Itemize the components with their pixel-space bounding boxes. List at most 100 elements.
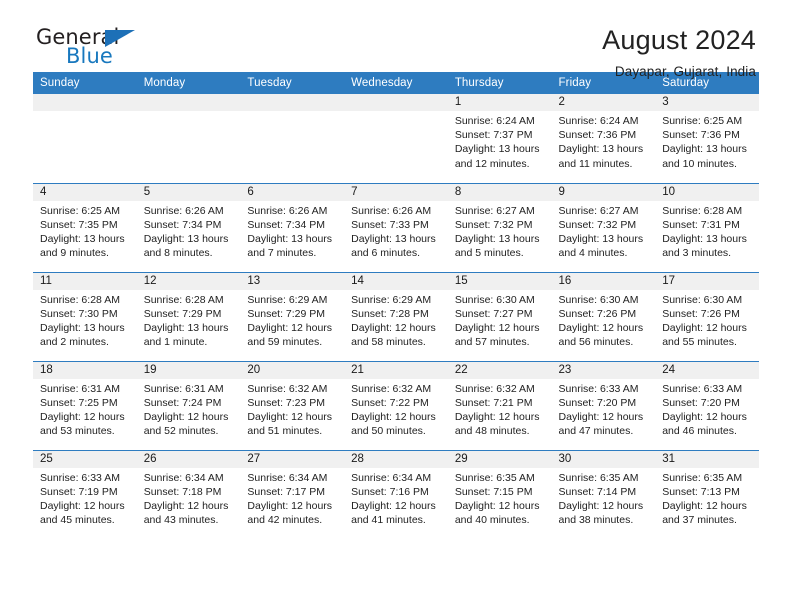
- calendar-day-cell[interactable]: 21 Sunrise: 6:32 AM Sunset: 7:22 PM Dayligh…: [344, 360, 448, 450]
- calendar-day-cell[interactable]: 5 Sunrise: 6:26 AM Sunset: 7:34 PM Daylight…: [136, 182, 241, 272]
- generalblue-logo[interactable]: General Blue: [36, 27, 166, 75]
- day-number: 30: [551, 450, 656, 468]
- sunset-time: Sunset: 7:20 PM: [558, 396, 637, 409]
- day-number: 5: [136, 183, 241, 201]
- calendar-day-cell[interactable]: 18 Sunrise: 6:31 AM Sunset: 7:25 PM Dayligh…: [33, 360, 137, 450]
- sunrise-time: Sunrise: 6:35 AM: [662, 471, 743, 484]
- calendar-day-cell[interactable]: 29 Sunrise: 6:35 AM Sunset: 7:15 PM Dayligh…: [447, 449, 552, 539]
- daylight-duration-line1: Daylight: 12 hours: [143, 499, 229, 512]
- daylight-duration-line2: and 56 minutes.: [558, 336, 634, 349]
- calendar-day-cell[interactable]: 20 Sunrise: 6:32 AM Sunset: 7:23 PM Dayligh…: [240, 360, 345, 450]
- calendar-week-row: 4 Sunrise: 6:25 AM Sunset: 7:35 PM Daylight…: [33, 182, 759, 272]
- daylight-duration-line2: and 3 minutes.: [662, 247, 732, 260]
- calendar-day-cell[interactable]: 17 Sunrise: 6:30 AM Sunset: 7:26 PM Dayligh…: [655, 271, 759, 361]
- sunrise-time: Sunrise: 6:35 AM: [558, 471, 639, 484]
- day-number: 6: [240, 183, 345, 201]
- daylight-duration-line1: Daylight: 12 hours: [662, 499, 747, 512]
- day-details: Sunrise: 6:29 AM Sunset: 7:28 PM Daylight:…: [344, 290, 448, 350]
- calendar-day-cell[interactable]: 2 Sunrise: 6:24 AM Sunset: 7:36 PM Daylight…: [551, 94, 656, 183]
- calendar-day-cell[interactable]: 27 Sunrise: 6:34 AM Sunset: 7:17 PM Dayligh…: [240, 449, 345, 539]
- calendar-day-cell[interactable]: 11 Sunrise: 6:28 AM Sunset: 7:30 PM Dayligh…: [33, 271, 137, 361]
- sunset-time: Sunset: 7:29 PM: [247, 307, 326, 320]
- day-details: Sunrise: 6:28 AM Sunset: 7:29 PM Daylight:…: [137, 290, 241, 350]
- daylight-duration-line1: Daylight: 12 hours: [247, 410, 333, 423]
- daylight-duration-line2: and 1 minute.: [143, 336, 208, 349]
- weekday-header-wednesday: Wednesday: [344, 72, 448, 94]
- day-details: Sunrise: 6:31 AM Sunset: 7:24 PM Daylight:…: [137, 379, 241, 439]
- calendar-day-cell[interactable]: 24 Sunrise: 6:33 AM Sunset: 7:20 PM Dayligh…: [655, 360, 759, 450]
- daylight-duration-line1: Daylight: 12 hours: [558, 499, 644, 512]
- day-details: Sunrise: 6:32 AM Sunset: 7:23 PM Daylight:…: [240, 379, 344, 439]
- calendar-day-cell[interactable]: 23 Sunrise: 6:33 AM Sunset: 7:20 PM Dayligh…: [551, 360, 656, 450]
- weekday-header-tuesday: Tuesday: [240, 72, 345, 94]
- calendar-day-cell[interactable]: 28 Sunrise: 6:34 AM Sunset: 7:16 PM Dayligh…: [344, 449, 448, 539]
- calendar-day-cell[interactable]: 3 Sunrise: 6:25 AM Sunset: 7:36 PM Daylight…: [655, 94, 759, 183]
- daylight-duration-line1: Daylight: 13 hours: [558, 232, 644, 245]
- day-number: 20: [240, 361, 345, 379]
- weekday-header-sunday: Sunday: [33, 72, 137, 94]
- calendar-day-cell[interactable]: 10 Sunrise: 6:28 AM Sunset: 7:31 PM Dayligh…: [655, 182, 759, 272]
- sunrise-time: Sunrise: 6:31 AM: [40, 382, 120, 395]
- day-details: Sunrise: 6:35 AM Sunset: 7:15 PM Daylight:…: [448, 468, 552, 528]
- calendar-day-cell[interactable]: 13 Sunrise: 6:29 AM Sunset: 7:29 PM Dayligh…: [240, 271, 345, 361]
- daylight-duration-line1: Daylight: 13 hours: [40, 232, 125, 245]
- sunset-time: Sunset: 7:18 PM: [143, 485, 222, 498]
- calendar-day-cell[interactable]: 15 Sunrise: 6:30 AM Sunset: 7:27 PM Dayligh…: [447, 271, 552, 361]
- sunrise-time: Sunrise: 6:25 AM: [40, 204, 120, 217]
- sunset-time: Sunset: 7:26 PM: [662, 307, 740, 320]
- sunset-time: Sunset: 7:33 PM: [351, 218, 429, 231]
- calendar-day-cell[interactable]: 19 Sunrise: 6:31 AM Sunset: 7:24 PM Dayligh…: [136, 360, 241, 450]
- daylight-duration-line1: Daylight: 13 hours: [454, 232, 540, 245]
- daylight-duration-line1: Daylight: 12 hours: [454, 321, 540, 334]
- calendar-day-cell[interactable]: 14 Sunrise: 6:29 AM Sunset: 7:28 PM Dayligh…: [344, 271, 448, 361]
- sunset-time: Sunset: 7:23 PM: [247, 396, 326, 409]
- calendar-day-cell[interactable]: 31 Sunrise: 6:35 AM Sunset: 7:13 PM Dayligh…: [655, 449, 759, 539]
- sunrise-time: Sunrise: 6:28 AM: [143, 293, 224, 306]
- calendar-day-cell[interactable]: 8 Sunrise: 6:27 AM Sunset: 7:32 PM Daylight…: [447, 182, 552, 272]
- calendar-day-cell[interactable]: 1 Sunrise: 6:24 AM Sunset: 7:37 PM Daylight…: [447, 94, 552, 183]
- calendar-week-row: 25 Sunrise: 6:33 AM Sunset: 7:19 PM Dayligh…: [33, 449, 759, 539]
- daylight-duration-line2: and 59 minutes.: [247, 336, 323, 349]
- day-number: 17: [655, 272, 759, 290]
- daylight-duration-line1: Daylight: 12 hours: [351, 321, 436, 334]
- day-number: [33, 94, 137, 111]
- sunset-time: Sunset: 7:24 PM: [143, 396, 222, 409]
- sunrise-time: Sunrise: 6:25 AM: [662, 115, 743, 127]
- daylight-duration-line1: Daylight: 13 hours: [558, 143, 644, 156]
- calendar-day-cell[interactable]: 16 Sunrise: 6:30 AM Sunset: 7:26 PM Dayligh…: [551, 271, 656, 361]
- sunset-time: Sunset: 7:16 PM: [351, 485, 429, 498]
- day-number: 24: [655, 361, 759, 379]
- day-details: Sunrise: 6:25 AM Sunset: 7:35 PM Daylight:…: [33, 201, 137, 261]
- sunset-time: Sunset: 7:35 PM: [40, 218, 118, 231]
- calendar-day-cell[interactable]: 12 Sunrise: 6:28 AM Sunset: 7:29 PM Dayligh…: [136, 271, 241, 361]
- sunrise-time: Sunrise: 6:33 AM: [662, 382, 743, 395]
- calendar-day-cell-empty: [33, 94, 137, 183]
- daylight-duration-line2: and 57 minutes.: [454, 336, 530, 349]
- calendar-day-cell[interactable]: 9 Sunrise: 6:27 AM Sunset: 7:32 PM Daylight…: [551, 182, 656, 272]
- daylight-duration-line1: Daylight: 13 hours: [143, 321, 229, 334]
- day-details: Sunrise: 6:28 AM Sunset: 7:30 PM Daylight:…: [33, 290, 137, 350]
- day-number: 14: [344, 272, 448, 290]
- calendar-day-cell[interactable]: 6 Sunrise: 6:26 AM Sunset: 7:34 PM Daylight…: [240, 182, 345, 272]
- calendar-day-cell[interactable]: 4 Sunrise: 6:25 AM Sunset: 7:35 PM Daylight…: [33, 182, 137, 272]
- calendar-day-cell[interactable]: 7 Sunrise: 6:26 AM Sunset: 7:33 PM Daylight…: [344, 182, 448, 272]
- sunrise-time: Sunrise: 6:27 AM: [558, 204, 639, 217]
- calendar-day-cell[interactable]: 25 Sunrise: 6:33 AM Sunset: 7:19 PM Dayligh…: [33, 449, 137, 539]
- sunrise-time: Sunrise: 6:29 AM: [247, 293, 328, 306]
- page-title: August 2024: [602, 25, 756, 55]
- calendar-day-cell[interactable]: 22 Sunrise: 6:32 AM Sunset: 7:21 PM Dayligh…: [447, 360, 552, 450]
- daylight-duration-line1: Daylight: 12 hours: [40, 410, 125, 423]
- day-number: 3: [655, 94, 759, 111]
- daylight-duration-line2: and 5 minutes.: [454, 247, 524, 260]
- page-header: General Blue August 2024 Dayapar, Gujara…: [33, 0, 759, 79]
- day-number: 9: [551, 183, 656, 201]
- daylight-duration-line2: and 42 minutes.: [247, 514, 323, 527]
- day-number: [240, 94, 345, 111]
- calendar-day-cell[interactable]: 30 Sunrise: 6:35 AM Sunset: 7:14 PM Dayligh…: [551, 449, 656, 539]
- day-details: Sunrise: 6:32 AM Sunset: 7:22 PM Daylight:…: [344, 379, 448, 439]
- calendar-day-cell-empty: [240, 94, 345, 183]
- daylight-duration-line2: and 11 minutes.: [558, 157, 633, 170]
- calendar-day-cell[interactable]: 26 Sunrise: 6:34 AM Sunset: 7:18 PM Dayligh…: [136, 449, 241, 539]
- sunrise-time: Sunrise: 6:34 AM: [351, 471, 432, 484]
- daylight-duration-line2: and 40 minutes.: [454, 514, 530, 527]
